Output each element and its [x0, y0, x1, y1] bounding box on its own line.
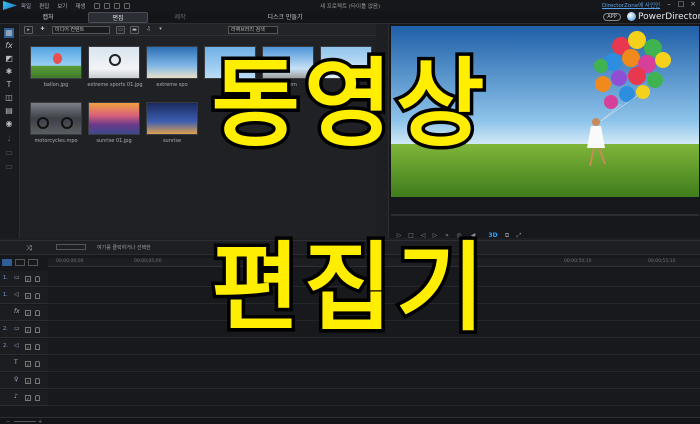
- track-header[interactable]: ♪ ✓: [0, 390, 48, 406]
- powerdirector-logo-icon: [627, 12, 636, 21]
- track-header[interactable]: ♀ ✓: [0, 373, 48, 389]
- tab-edit[interactable]: 편집: [88, 12, 148, 23]
- search-icon[interactable]: ⌕: [234, 26, 243, 34]
- maximize-icon[interactable]: □: [676, 0, 686, 10]
- app-logo-icon: [3, 1, 17, 10]
- overlay-title-line1: 동영상: [208, 45, 489, 164]
- overlay-title-line2: 편집기: [208, 229, 489, 348]
- music-filter-icon[interactable]: ♫: [144, 26, 153, 34]
- save-icon[interactable]: [93, 2, 100, 9]
- powerdirector-window: 파일 편집 보기 재생 새 프로젝트 (타이틀 없음) DirectorZone…: [0, 0, 700, 424]
- zoom-slider[interactable]: [14, 421, 36, 422]
- menu-play[interactable]: 재생: [75, 2, 85, 10]
- track-header[interactable]: T ✓: [0, 356, 48, 372]
- lock-icon[interactable]: [35, 378, 40, 384]
- minimize-icon[interactable]: –: [664, 0, 674, 10]
- menu-file[interactable]: 파일: [21, 2, 31, 10]
- tab-produce[interactable]: 제작: [160, 12, 200, 23]
- track-lane[interactable]: [48, 373, 700, 389]
- preview-scrubber[interactable]: [391, 214, 699, 216]
- video-filter-icon[interactable]: ▬: [130, 26, 139, 34]
- settings-icon[interactable]: [103, 2, 110, 9]
- voice-track-icon: ♀: [14, 376, 19, 383]
- timeline-statusbar: − +: [0, 417, 700, 424]
- menu-edit[interactable]: 편집: [39, 2, 49, 10]
- library-toolbar: ▸ ✚ 미디어 컨텐트 ▭ ▬ ♫ ▾ 라이브러리 검색 ⌕: [20, 24, 376, 36]
- close-icon[interactable]: ×: [688, 0, 698, 10]
- redo-icon[interactable]: [123, 2, 130, 9]
- menu-view[interactable]: 보기: [57, 2, 67, 10]
- lock-icon[interactable]: [35, 361, 40, 367]
- directorzone-signin-link[interactable]: DirectorZone에 사인인: [602, 1, 660, 9]
- sort-icon[interactable]: ▾: [156, 26, 165, 34]
- zoom-minus-icon[interactable]: −: [6, 419, 10, 424]
- tab-create-disc[interactable]: 디스크 만들기: [255, 12, 315, 23]
- import-icon[interactable]: ▸: [24, 26, 33, 34]
- undo-icon[interactable]: [113, 2, 120, 9]
- tab-capture[interactable]: 캡처: [28, 12, 68, 23]
- window-title: 새 프로젝트 (타이틀 없음): [320, 4, 381, 10]
- track-enable-checkbox[interactable]: ✓: [25, 395, 31, 401]
- track-enable-checkbox[interactable]: ✓: [25, 378, 31, 384]
- lock-icon[interactable]: [35, 395, 40, 401]
- zoom-plus-icon[interactable]: +: [38, 419, 42, 424]
- music-track-icon: ♪: [14, 393, 18, 400]
- plugin-icon[interactable]: ✚: [38, 26, 47, 34]
- title-track-icon: T: [14, 359, 18, 366]
- track-lane[interactable]: [48, 390, 700, 406]
- track-enable-checkbox[interactable]: ✓: [25, 361, 31, 367]
- app-badge[interactable]: APP: [603, 13, 621, 21]
- view-all-icon[interactable]: ▭: [116, 26, 125, 34]
- media-filter-select[interactable]: 미디어 컨텐트: [52, 26, 110, 34]
- media-room-icon[interactable]: ▦: [4, 28, 14, 38]
- track-lane[interactable]: [48, 356, 700, 372]
- brand-name: PowerDirector: [638, 12, 700, 22]
